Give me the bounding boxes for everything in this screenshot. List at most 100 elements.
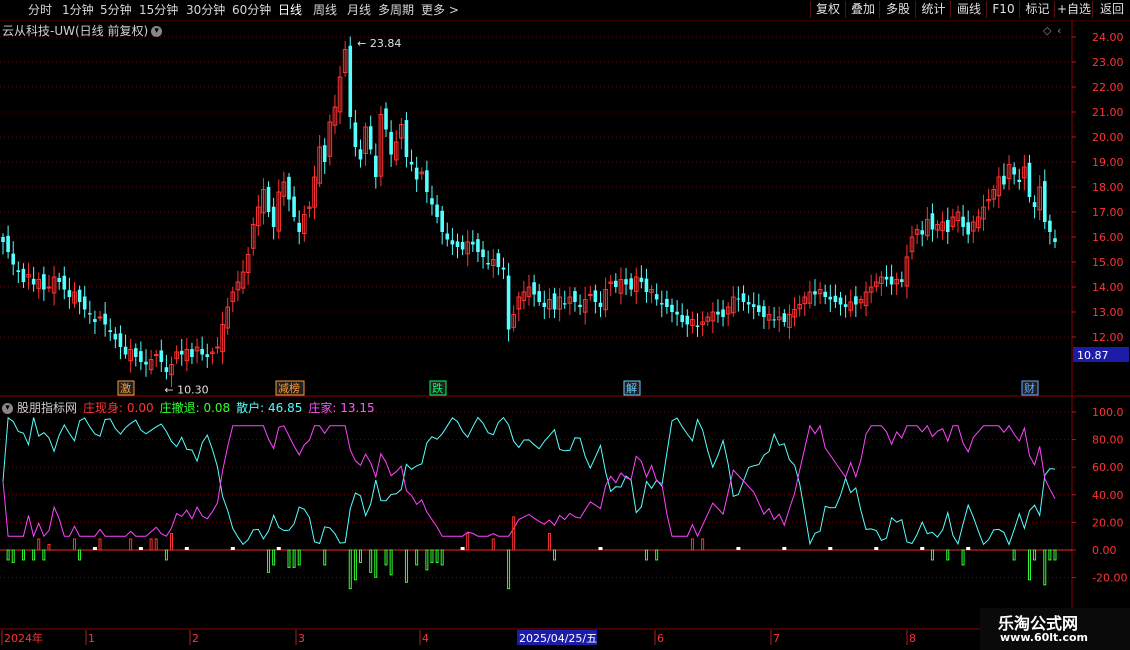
price-tick-label: 12.00	[1092, 331, 1124, 344]
zhuang-retreat-bar	[42, 549, 46, 561]
zhuang-retreat-bar	[553, 549, 557, 561]
candle-body-down	[501, 267, 506, 270]
candle-body-down	[445, 233, 450, 240]
candle-body-down	[368, 126, 373, 150]
zhuang-retreat-bar	[1048, 549, 1052, 561]
price-and-indicator-chart[interactable]: 24.0023.0022.0021.0020.0019.0018.0017.00…	[0, 0, 1130, 650]
candle-body-down	[425, 170, 429, 192]
candle-body-down	[123, 346, 128, 355]
candle-body-down	[88, 313, 92, 315]
zhuang-appear-bar	[170, 532, 174, 551]
candle-body-down	[889, 276, 894, 285]
zhuang-appear-bar	[47, 543, 51, 551]
candle-body-down	[348, 45, 353, 117]
candle-body-down	[271, 206, 276, 227]
candle-body-down	[721, 309, 725, 317]
zhuang-retreat-bar	[404, 549, 408, 583]
zhuang-retreat-bar	[21, 549, 25, 561]
indicator-tick-label: 60.00	[1092, 461, 1124, 474]
candle-body-down	[11, 253, 16, 265]
zhuang-retreat-bar	[369, 549, 373, 573]
candle-body-down	[108, 330, 113, 332]
zhuang-appear-bar	[37, 538, 41, 551]
zhuang-retreat-bar	[946, 549, 950, 561]
candle-body-down	[930, 213, 935, 230]
candle-body-down	[1017, 179, 1022, 182]
candle-body-down	[741, 293, 746, 302]
candle-body-down	[476, 239, 480, 252]
candle-body-down	[389, 131, 393, 155]
event-tag-label: 跌	[432, 381, 443, 395]
indicator-settings-icon[interactable]: ▾	[2, 403, 13, 414]
candle-body-down	[695, 325, 700, 327]
candle-body-down	[1, 237, 5, 242]
candle-body-down	[118, 333, 123, 347]
candle-body-down	[680, 315, 685, 322]
date-tick-label: 1	[88, 632, 95, 645]
indicator-tick-label: 80.00	[1092, 434, 1124, 447]
zhuang-appear-bar	[72, 538, 76, 551]
indicator-tick-label: 40.00	[1092, 489, 1124, 502]
candle-body-down	[353, 122, 358, 147]
candle-body-down	[639, 277, 644, 282]
candle-body-up	[587, 294, 593, 296]
candle-body-down	[409, 161, 414, 165]
signal-marker	[828, 547, 833, 550]
zhuang-appear-bar	[491, 538, 495, 551]
candle-body-down	[496, 253, 501, 267]
candle-body-down	[1002, 175, 1006, 185]
zhuang-retreat-bar	[425, 549, 429, 571]
zhuang-retreat-bar	[1027, 549, 1031, 581]
zhuang-retreat-bar	[1012, 549, 1016, 561]
price-tick-label: 15.00	[1092, 256, 1124, 269]
watermark-url: www.60lt.com	[1000, 631, 1089, 644]
zhuang-retreat-bar	[348, 549, 352, 590]
candle-body-down	[144, 361, 148, 365]
indicator-value-3: 庄家: 13.15	[308, 401, 375, 415]
indicator-value-0: 庄现身: 0.00	[83, 401, 154, 415]
current-price-label: 10.87	[1077, 349, 1109, 362]
signal-marker	[92, 547, 97, 550]
zhuang-retreat-bar	[655, 549, 659, 561]
signal-marker	[460, 547, 465, 550]
candle-body-down	[430, 198, 434, 205]
zhuang-retreat-bar	[32, 549, 36, 561]
candle-body-down	[190, 349, 194, 357]
candle-body-down	[21, 268, 26, 282]
date-tick-label: 2024年	[4, 631, 43, 645]
candle-body-down	[716, 311, 720, 315]
signal-marker	[736, 547, 741, 550]
candle-body-down	[67, 290, 72, 297]
event-tag-label: 减榜	[278, 381, 300, 395]
candle-body-down	[481, 249, 485, 257]
candle-body-down	[159, 350, 164, 362]
candle-body-down	[828, 296, 833, 300]
candle-body-down	[685, 315, 690, 325]
zhuang-retreat-bar	[1033, 549, 1037, 561]
candle-body-down	[884, 276, 889, 280]
zhuang-appear-bar	[149, 538, 153, 551]
candle-body-down	[404, 120, 409, 157]
price-tick-label: 16.00	[1092, 231, 1124, 244]
candle-body-down	[16, 270, 21, 272]
candle-body-down	[659, 303, 664, 305]
candle-body-down	[455, 241, 460, 247]
zhuang-retreat-bar	[507, 549, 511, 590]
event-tag-label: 解	[626, 381, 637, 395]
candle-body-down	[471, 241, 475, 245]
candle-body-down	[838, 297, 843, 305]
candle-body-down	[578, 304, 582, 307]
price-tick-label: 24.00	[1092, 31, 1124, 44]
candle-body-down	[542, 302, 547, 307]
low-price-annotation: ← 10.30	[164, 384, 208, 397]
candle-body-down	[1048, 220, 1052, 232]
signal-marker	[276, 547, 281, 550]
zhuang-retreat-bar	[164, 549, 168, 561]
candle-body-down	[82, 296, 87, 310]
zhuang-retreat-bar	[6, 549, 10, 561]
zhuang-retreat-bar	[961, 549, 965, 566]
candle-body-down	[629, 278, 633, 290]
zhuang-appear-bar	[129, 538, 133, 551]
date-tick-label: 3	[298, 632, 305, 645]
date-tick-label: 7	[773, 632, 780, 645]
